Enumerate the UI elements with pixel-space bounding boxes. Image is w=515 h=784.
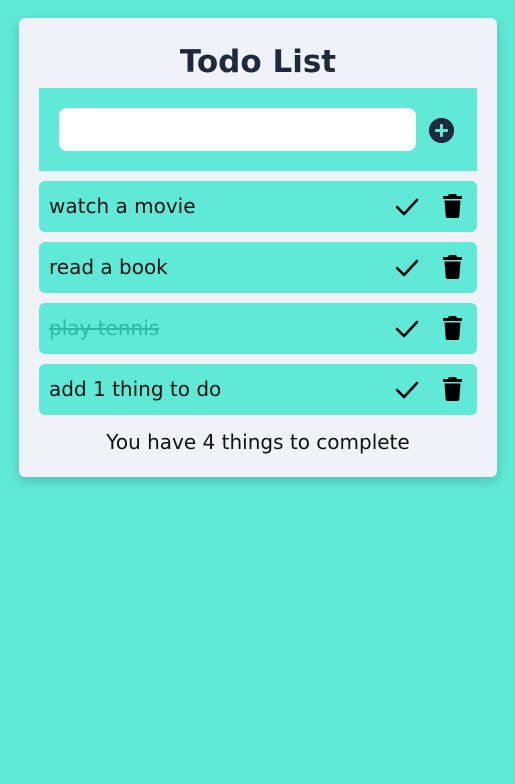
list-item: play tennis xyxy=(39,303,477,354)
check-icon xyxy=(395,198,419,216)
check-icon xyxy=(395,381,419,399)
todo-card: Todo List watch a movie read a book play… xyxy=(19,18,497,477)
trash-icon xyxy=(443,255,462,279)
check-icon xyxy=(395,259,419,277)
todo-text[interactable]: watch a movie xyxy=(49,181,196,232)
list-item: watch a movie xyxy=(39,181,477,232)
todo-input[interactable] xyxy=(59,108,416,151)
plus-circle-icon xyxy=(429,118,454,143)
complete-button[interactable] xyxy=(395,256,419,280)
todo-list: watch a movie read a book play tennis ad… xyxy=(39,181,477,425)
add-todo-panel xyxy=(39,88,477,171)
complete-button[interactable] xyxy=(395,378,419,402)
check-icon xyxy=(395,320,419,338)
remaining-count: You have 4 things to complete xyxy=(106,430,410,454)
complete-button[interactable] xyxy=(395,317,419,341)
add-todo-button[interactable] xyxy=(429,118,454,143)
todo-text[interactable]: play tennis xyxy=(49,303,159,354)
complete-button[interactable] xyxy=(395,195,419,219)
delete-button[interactable] xyxy=(443,194,462,218)
delete-button[interactable] xyxy=(443,316,462,340)
delete-button[interactable] xyxy=(443,255,462,279)
trash-icon xyxy=(443,377,462,401)
delete-button[interactable] xyxy=(443,377,462,401)
todo-text[interactable]: read a book xyxy=(49,242,168,293)
trash-icon xyxy=(443,316,462,340)
list-item: add 1 thing to do xyxy=(39,364,477,415)
list-item: read a book xyxy=(39,242,477,293)
trash-icon xyxy=(443,194,462,218)
todo-text[interactable]: add 1 thing to do xyxy=(49,364,221,415)
page-title: Todo List xyxy=(179,44,337,80)
